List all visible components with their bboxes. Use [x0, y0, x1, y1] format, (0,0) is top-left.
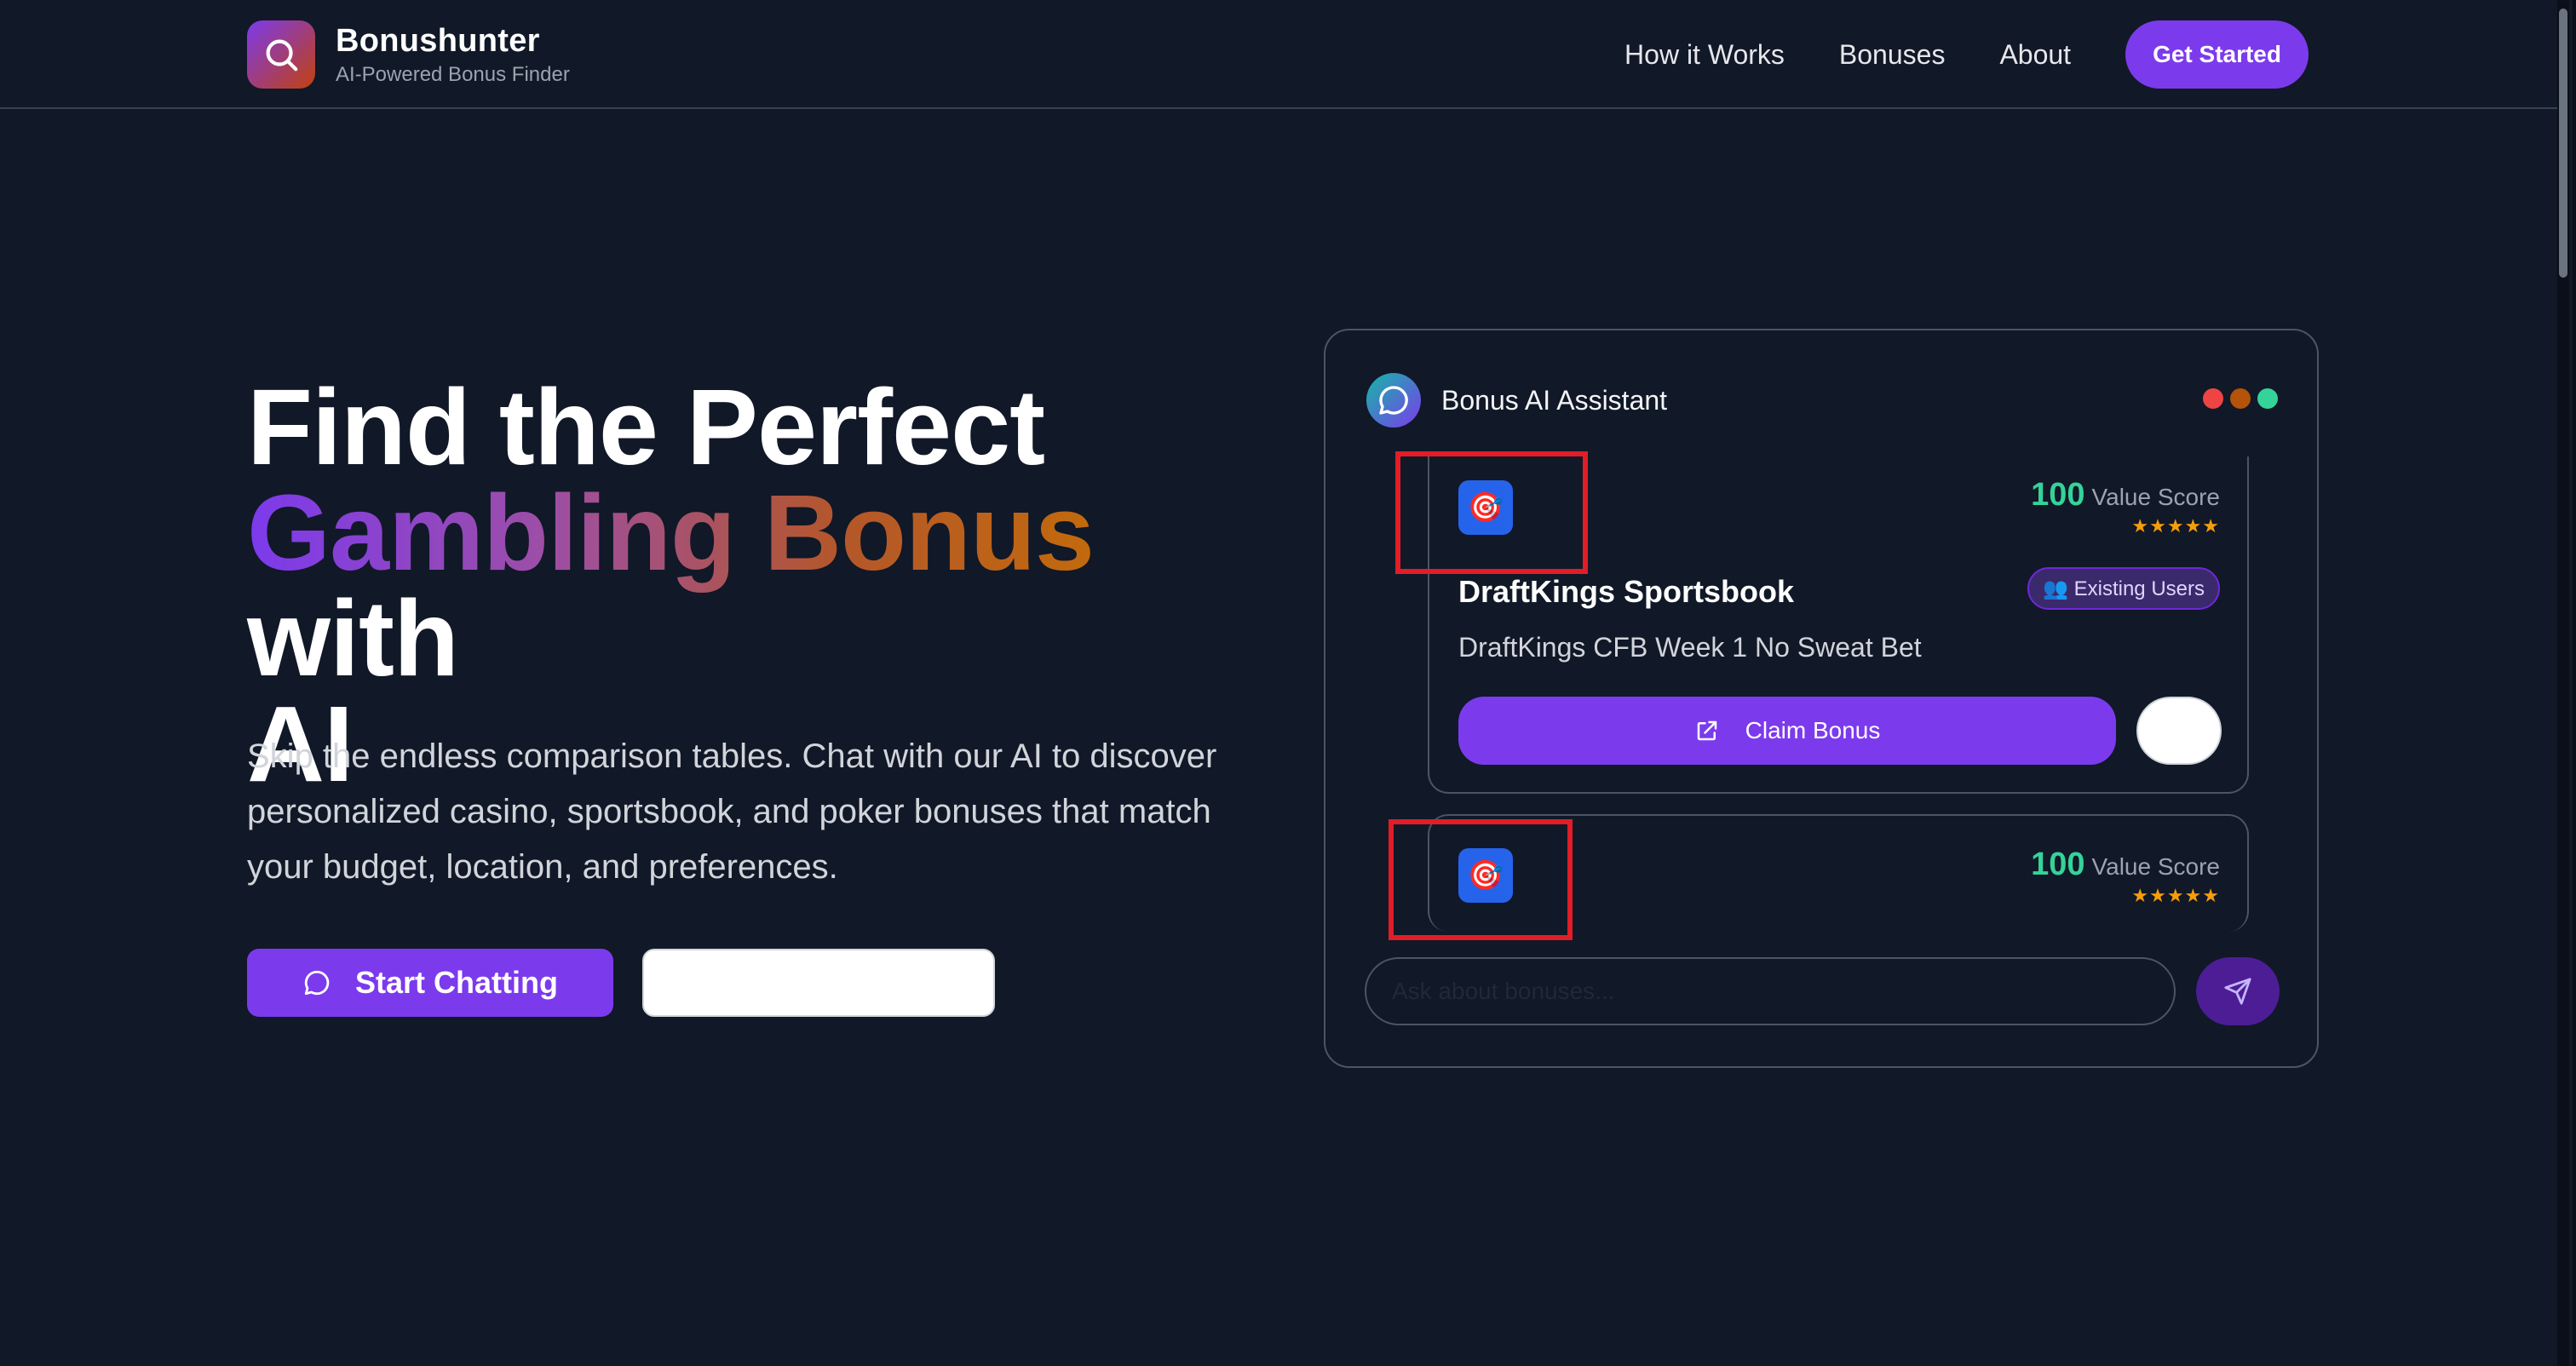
star-rating: ★★★★★: [2131, 885, 2220, 906]
scroll-thumb[interactable]: [2559, 9, 2567, 278]
score-label: Value Score: [2091, 484, 2220, 510]
nav-how-it-works[interactable]: How it Works: [1624, 39, 1785, 71]
nav-bonuses[interactable]: Bonuses: [1839, 39, 1946, 71]
hero-actions: Start Chatting: [247, 949, 995, 1017]
score-label: Value Score: [2091, 853, 2220, 880]
score-number: 100: [2031, 847, 2085, 882]
logo[interactable]: Bonushunter AI-Powered Bonus Finder: [247, 20, 570, 89]
secondary-button[interactable]: [642, 949, 995, 1017]
start-chatting-label: Start Chatting: [355, 965, 558, 1000]
start-chatting-button[interactable]: Start Chatting: [247, 949, 613, 1017]
highlight-box: [1389, 819, 1573, 940]
page: Bonushunter AI-Powered Bonus Finder How …: [0, 0, 2576, 1366]
claim-bonus-button[interactable]: Claim Bonus: [1458, 697, 2116, 765]
window-dots: [2196, 388, 2278, 409]
highlight-box: [1395, 451, 1588, 574]
score-number: 100: [2031, 477, 2085, 513]
brand-tagline: AI-Powered Bonus Finder: [336, 62, 570, 86]
hero-title-highlight: Gambling Bonus: [247, 473, 1095, 593]
casino-name: DraftKings Sportsbook: [1458, 574, 1795, 609]
get-started-button[interactable]: Get Started: [2125, 20, 2309, 89]
chat-header: Bonus AI Assistant: [1366, 373, 1667, 428]
send-icon: [2224, 978, 2251, 1005]
assistant-avatar: [1366, 373, 1421, 428]
nav-about[interactable]: About: [1999, 39, 2071, 71]
hero-title-line1: Find the Perfect: [247, 367, 1045, 487]
claim-bonus-label: Claim Bonus: [1745, 717, 1881, 743]
bonus-title: DraftKings CFB Week 1 No Sweat Bet: [1458, 632, 1922, 663]
hero-description: Skip the endless comparison tables. Chat…: [247, 738, 1217, 886]
dot-red: [2203, 388, 2223, 409]
search-icon: [247, 20, 315, 89]
page-scrollbar[interactable]: [2557, 0, 2569, 1366]
chat-input-row: [1365, 957, 2280, 1025]
brand-name: Bonushunter: [336, 22, 540, 59]
star-rating: ★★★★★: [2131, 515, 2220, 537]
nav-links: How it Works Bonuses About Get Started: [1624, 20, 2309, 89]
dot-amber: [2230, 388, 2251, 409]
existing-users-badge: 👥 Existing Users: [2027, 567, 2220, 610]
assistant-name: Bonus AI Assistant: [1441, 384, 1668, 416]
dot-green: [2257, 388, 2278, 409]
send-button[interactable]: [2196, 957, 2280, 1025]
chat-bubble-icon: [302, 968, 331, 997]
value-score: 100 Value Score ★★★★★: [2031, 477, 2220, 537]
chat-input[interactable]: [1365, 957, 2176, 1025]
top-navbar: Bonushunter AI-Powered Bonus Finder How …: [0, 0, 2564, 109]
value-score: 100 Value Score ★★★★★: [2031, 847, 2220, 907]
save-bonus-button[interactable]: [2136, 697, 2222, 765]
hero-title-with: with: [247, 578, 459, 698]
chat-bubble-icon: [1379, 386, 1408, 415]
external-link-icon: [1694, 718, 1720, 743]
